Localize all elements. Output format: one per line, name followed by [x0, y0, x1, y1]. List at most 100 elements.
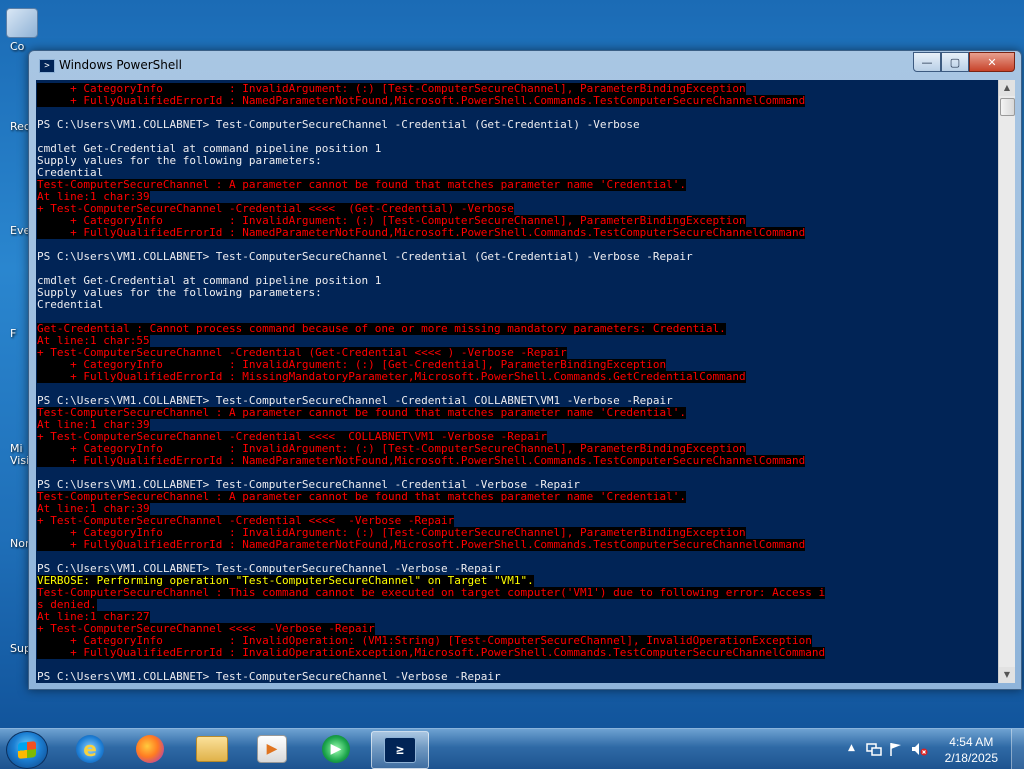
error-text: s denied.: [37, 599, 97, 611]
error-text: + FullyQualifiedErrorId : InvalidOperati…: [37, 647, 826, 659]
clock-time: 4:54 AM: [949, 735, 994, 749]
console-line: + CategoryInfo : InvalidOperation: (VM1:…: [37, 635, 995, 647]
console-line: At line:1 char:27: [37, 611, 995, 623]
console-line: s denied.: [37, 599, 995, 611]
window-title: Windows PowerShell: [59, 58, 182, 72]
error-text: + FullyQualifiedErrorId : NamedParameter…: [37, 227, 806, 239]
show-desktop-button[interactable]: [1011, 729, 1024, 769]
volume-muted-icon[interactable]: [910, 741, 928, 760]
error-text: At line:1 char:39: [37, 503, 150, 515]
media-player-icon: ▶: [322, 735, 350, 763]
taskbar-windows-powershell[interactable]: ≥: [371, 731, 429, 769]
output-text: Supply values for the following paramete…: [37, 287, 322, 299]
folder-icon: [196, 736, 228, 762]
error-text: + FullyQualifiedErrorId : MissingMandato…: [37, 371, 746, 383]
error-text: + CategoryInfo : InvalidArgument: (:) [T…: [37, 443, 746, 455]
output-text: PS C:\Users\VM1.COLLABNET> Test-Computer…: [37, 395, 673, 407]
error-text: At line:1 char:55: [37, 335, 150, 347]
console-line: cmdlet Get-Credential at command pipelin…: [37, 275, 995, 287]
console-line: + FullyQualifiedErrorId : NamedParameter…: [37, 227, 995, 239]
output-text: PS C:\Users\VM1.COLLABNET> Test-Computer…: [37, 671, 501, 683]
error-text: + CategoryInfo : InvalidArgument: (:) [G…: [37, 359, 667, 371]
error-text: + FullyQualifiedErrorId : NamedParameter…: [37, 539, 806, 551]
console-line: PS C:\Users\VM1.COLLABNET> Test-Computer…: [37, 119, 995, 131]
output-text: PS C:\Users\VM1.COLLABNET> Test-Computer…: [37, 479, 581, 491]
console-line: + FullyQualifiedErrorId : NamedParameter…: [37, 455, 995, 467]
show-hidden-icons-icon[interactable]: ▲: [848, 743, 855, 753]
error-text: Test-ComputerSecureChannel : A parameter…: [37, 491, 687, 503]
console-line: VERBOSE: Performing operation "Test-Comp…: [37, 575, 995, 587]
output-text: Supply values for the following paramete…: [37, 155, 322, 167]
error-text: + CategoryInfo : InvalidArgument: (:) [T…: [37, 83, 746, 95]
console-line: + CategoryInfo : InvalidArgument: (:) [T…: [37, 527, 995, 539]
taskbar-internet-explorer[interactable]: e: [62, 731, 118, 767]
console-line: PS C:\Users\VM1.COLLABNET> Test-Computer…: [37, 671, 995, 683]
desktop-icon[interactable]: Co: [4, 8, 40, 53]
error-text: + Test-ComputerSecureChannel -Credential…: [37, 515, 455, 527]
scrollbar-thumb[interactable]: [1000, 98, 1015, 116]
console-line: At line:1 char:39: [37, 503, 995, 515]
console-line: Credential: [37, 299, 995, 311]
console-line: + FullyQualifiedErrorId : NamedParameter…: [37, 95, 995, 107]
system-clock[interactable]: 4:54 AM 2/18/2025: [945, 734, 998, 766]
console-line: + FullyQualifiedErrorId : NamedParameter…: [37, 539, 995, 551]
console-line: cmdlet Get-Credential at command pipelin…: [37, 143, 995, 155]
computer-icon: [6, 8, 38, 38]
console-line: + CategoryInfo : InvalidArgument: (:) [T…: [37, 443, 995, 455]
taskbar-firefox[interactable]: [122, 731, 178, 767]
taskbar-file-explorer[interactable]: [184, 731, 240, 767]
console-line: PS C:\Users\VM1.COLLABNET> Test-Computer…: [37, 395, 995, 407]
error-text: Get-Credential : Cannot process command …: [37, 323, 726, 335]
console-line: Get-Credential : Cannot process command …: [37, 323, 995, 335]
console-output[interactable]: + CategoryInfo : InvalidArgument: (:) [T…: [36, 80, 998, 683]
start-button[interactable]: [6, 731, 48, 769]
console-line: PS C:\Users\VM1.COLLABNET> Test-Computer…: [37, 479, 995, 491]
maximize-button[interactable]: ▢: [941, 52, 969, 72]
taskbar: e ▶ ▶ ≥ ▲ 4:54 AM 2/18/2025: [0, 728, 1024, 769]
taskbar-windows-media-player[interactable]: ▶: [308, 731, 364, 767]
powershell-icon: >: [39, 59, 55, 73]
scroll-down-arrow-icon[interactable]: ▼: [999, 667, 1015, 683]
console-line: At line:1 char:55: [37, 335, 995, 347]
windows-logo-icon: [18, 741, 36, 759]
console-line: + CategoryInfo : InvalidArgument: (:) [T…: [37, 83, 995, 95]
media-center-icon: ▶: [257, 735, 287, 763]
output-text: cmdlet Get-Credential at command pipelin…: [37, 143, 382, 155]
close-button[interactable]: ✕: [969, 52, 1015, 72]
taskbar-media-center[interactable]: ▶: [244, 731, 300, 767]
console-line: + CategoryInfo : InvalidArgument: (:) [G…: [37, 359, 995, 371]
output-text: Credential: [37, 299, 104, 311]
error-text: + FullyQualifiedErrorId : NamedParameter…: [37, 455, 806, 467]
console-line: Test-ComputerSecureChannel : This comman…: [37, 587, 995, 599]
network-icon[interactable]: [866, 741, 882, 760]
error-text: + CategoryInfo : InvalidArgument: (:) [T…: [37, 215, 746, 227]
console-line: At line:1 char:39: [37, 419, 995, 431]
error-text: + Test-ComputerSecureChannel -Credential…: [37, 431, 547, 443]
minimize-button[interactable]: —: [913, 52, 941, 72]
error-text: Test-ComputerSecureChannel : A parameter…: [37, 179, 687, 191]
console-line: + FullyQualifiedErrorId : MissingMandato…: [37, 371, 995, 383]
title-bar[interactable]: > Windows PowerShell — ▢ ✕: [29, 51, 1021, 79]
error-text: + CategoryInfo : InvalidOperation: (VM1:…: [37, 635, 812, 647]
firefox-icon: [136, 735, 164, 763]
action-center-flag-icon[interactable]: [888, 741, 904, 760]
system-tray: ▲ 4:54 AM 2/18/2025: [834, 729, 1024, 769]
console-line: Credential: [37, 167, 995, 179]
error-text: At line:1 char:27: [37, 611, 150, 623]
console-line: Supply values for the following paramete…: [37, 155, 995, 167]
error-text: + Test-ComputerSecureChannel <<<< -Verbo…: [37, 623, 375, 635]
output-text: PS C:\Users\VM1.COLLABNET> Test-Computer…: [37, 563, 501, 575]
vertical-scrollbar[interactable]: ▲ ▼: [998, 80, 1015, 683]
console-line: + Test-ComputerSecureChannel -Credential…: [37, 431, 995, 443]
console-line: + FullyQualifiedErrorId : InvalidOperati…: [37, 647, 995, 659]
console-line: + Test-ComputerSecureChannel -Credential…: [37, 515, 995, 527]
powershell-window: > Windows PowerShell — ▢ ✕ + CategoryInf…: [28, 50, 1022, 690]
scroll-up-arrow-icon[interactable]: ▲: [999, 80, 1015, 96]
